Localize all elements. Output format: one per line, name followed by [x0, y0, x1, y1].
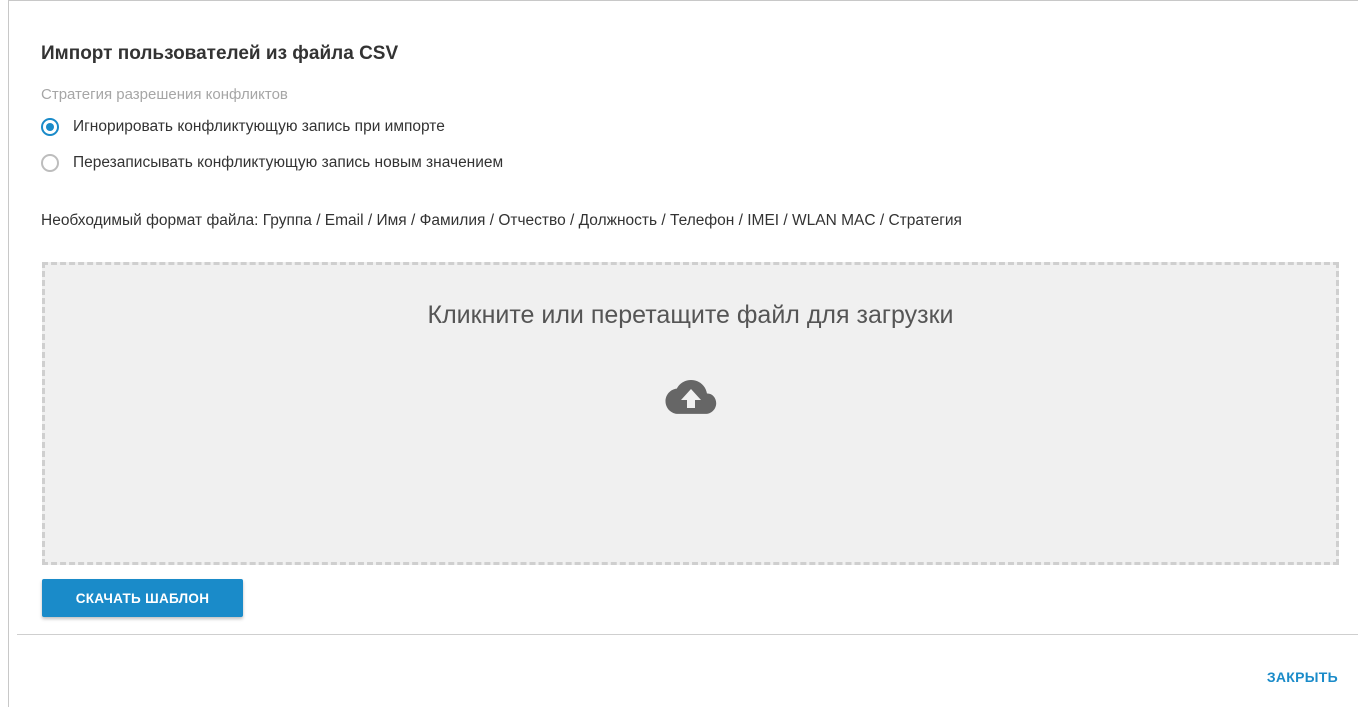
dialog-title: Импорт пользователей из файла CSV	[41, 43, 399, 64]
radio-button-checked[interactable]	[41, 118, 59, 136]
radio-option-label: Игнорировать конфликтующую запись при им…	[73, 118, 445, 135]
file-dropzone[interactable]: Кликните или перетащите файл для загрузк…	[42, 262, 1339, 565]
footer-divider	[17, 634, 1358, 635]
strategy-label: Стратегия разрешения конфликтов	[41, 86, 288, 103]
cloud-upload-icon	[665, 380, 717, 414]
file-format-hint: Необходимый формат файла: Группа / Email…	[41, 212, 962, 229]
radio-button-unchecked[interactable]	[41, 154, 59, 172]
dropzone-text: Кликните или перетащите файл для загрузк…	[427, 301, 954, 329]
radio-option-ignore[interactable]: Игнорировать конфликтующую запись при им…	[41, 118, 445, 136]
radio-option-label: Перезаписывать конфликтующую запись новы…	[73, 154, 504, 171]
download-template-button[interactable]: СКАЧАТЬ ШАБЛОН	[42, 579, 243, 617]
radio-option-overwrite[interactable]: Перезаписывать конфликтующую запись новы…	[41, 154, 503, 172]
close-button[interactable]: ЗАКРЫТЬ	[1267, 669, 1338, 685]
import-dialog: Импорт пользователей из файла CSV Страте…	[8, 0, 1358, 707]
